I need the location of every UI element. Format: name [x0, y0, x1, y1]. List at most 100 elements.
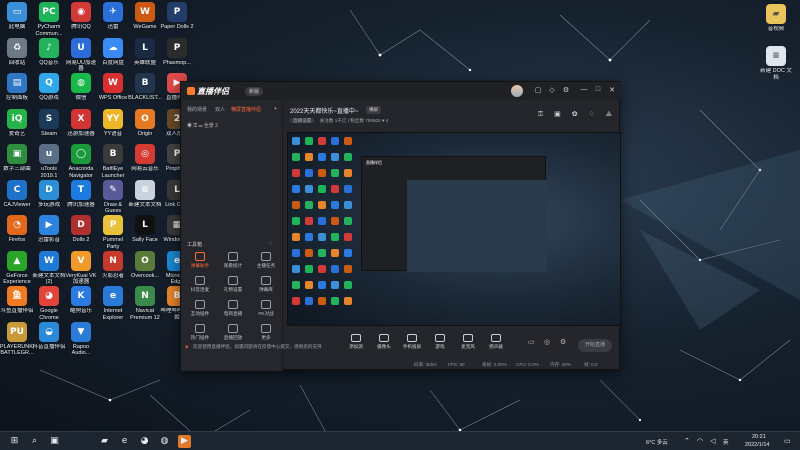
tool-item[interactable]: 弹幕库: [253, 276, 279, 293]
ime-indicator[interactable]: 英: [723, 438, 729, 446]
desktop-icon[interactable]: W 新建文本文档 (2): [32, 250, 66, 286]
desktop-icon[interactable]: ◍ 微信: [64, 73, 98, 102]
clock-time[interactable]: 20:21: [752, 434, 766, 440]
desktop-icon[interactable]: ▤ 控制面板: [0, 73, 34, 102]
desktop-icon[interactable]: u uTools 2019.1: [32, 144, 66, 179]
network-icon[interactable]: ◠: [697, 437, 703, 445]
desktop-icon[interactable]: N 火影忍者: [96, 250, 130, 280]
tool-item[interactable]: 互动插件: [187, 300, 213, 317]
tool-item[interactable]: 主播任务: [253, 252, 279, 269]
tab-landscape[interactable]: 横屏直播伴侣: [231, 106, 261, 113]
maximize-button[interactable]: □: [593, 86, 603, 93]
desktop-icon[interactable]: ✎ Draw & Guess: [96, 179, 130, 215]
desktop-icon[interactable]: ▣ 数字三部曲: [0, 144, 34, 173]
tool-item[interactable]: 更多: [253, 324, 279, 341]
desktop-icon[interactable]: iQ 爱奇艺: [0, 108, 34, 138]
desktop-icon[interactable]: P Phasmop...: [160, 37, 194, 67]
desktop-icon[interactable]: ♪ QQ音乐: [32, 37, 66, 67]
tool-item[interactable]: 热门插件: [187, 324, 213, 341]
desktop-icon[interactable]: D 多玩游戏: [32, 179, 66, 209]
tray-arrow-icon[interactable]: ⌃: [684, 437, 690, 445]
live-preview[interactable]: 直播伴侣: [287, 132, 621, 326]
tool-item[interactable]: PK对战: [253, 300, 279, 317]
desktop-icon[interactable]: ◎ 网易云音乐: [128, 144, 162, 173]
volume-icon[interactable]: ◁: [710, 437, 715, 445]
settings-icon[interactable]: ⚙: [561, 86, 571, 94]
tool-item[interactable]: 抖音连麦: [187, 276, 213, 293]
toolbox-collapse-icon[interactable]: ◌: [269, 241, 273, 247]
bag-icon[interactable]: ▣: [554, 111, 561, 118]
desktop-icon[interactable]: ▲ GeForce Experience: [0, 250, 34, 286]
desktop-icon[interactable]: X 迅游加速器: [64, 108, 98, 138]
desktop-icon[interactable]: N Navicat Premium 12: [128, 286, 162, 321]
gift-icon[interactable]: ✿: [572, 111, 578, 118]
desktop-icon[interactable]: T 腾讯加速器: [64, 179, 98, 209]
desktop-icon[interactable]: O Origin: [128, 108, 162, 138]
desktop-icon[interactable]: B BLACKLIST...: [128, 73, 162, 102]
stream-title[interactable]: 2022天天都快乐~直播中~: [290, 106, 358, 115]
desktop-icon[interactable]: ≡ 新建文本文档: [128, 179, 162, 209]
desktop-icon[interactable]: D Dolls 2: [64, 215, 98, 244]
desktop-icon[interactable]: ✈ 迅雷: [96, 2, 130, 31]
stream-settings-chip[interactable]: 直播设置: [290, 118, 315, 123]
desktop-icon[interactable]: K 酷狗音乐: [64, 286, 98, 315]
desktop-icon[interactable]: ▼ Rapoo Audio...: [64, 321, 98, 357]
chrome-icon[interactable]: ◕: [138, 435, 151, 448]
edge-icon[interactable]: e: [118, 435, 131, 448]
tool-item[interactable]: 直播回放: [220, 324, 246, 341]
desktop-icon[interactable]: Q QQ游戏: [32, 73, 66, 102]
tool-item[interactable]: 观看统计: [220, 252, 246, 269]
desktop-icon[interactable]: ◔ Firefox: [0, 215, 34, 244]
scene-item[interactable]: ◉ ⚿ ▭ 全景 2: [187, 122, 218, 129]
desktop-icon[interactable]: ◒ 抖音直播伴侣: [32, 321, 66, 351]
share-icon[interactable]: ⟁: [606, 111, 612, 118]
task-view-icon[interactable]: ▣: [48, 435, 61, 448]
desktop-icon[interactable]: ▶ 迅雷影音: [32, 215, 66, 244]
desktop-icon[interactable]: S Steam: [32, 108, 66, 138]
desktop-icon[interactable]: PUPLAYERUNKNOWN'S BATTLEGR...: [0, 321, 34, 357]
weather-text[interactable]: 6°C 多云: [646, 438, 668, 446]
desktop-icon[interactable]: PC PyCharm Commun...: [32, 2, 66, 37]
tool-item[interactable]: 电商直播: [220, 300, 246, 317]
desktop-icon[interactable]: P Pummel Party: [96, 215, 130, 250]
desktop-icon[interactable]: L 英雄联盟: [128, 37, 162, 67]
minimize-button[interactable]: —: [579, 86, 589, 93]
desktop-icon[interactable]: ≡ 新建 DOC 文档: [759, 46, 793, 81]
wechat-icon[interactable]: ◍: [158, 435, 171, 448]
desktop-icon[interactable]: L Sally Face: [128, 215, 162, 244]
desktop-icon[interactable]: ▭ 此电脑: [0, 2, 34, 31]
tool-item[interactable]: 弹幕助手: [187, 252, 213, 269]
desktop-icon[interactable]: W WeGame: [128, 2, 162, 31]
file-explorer-icon[interactable]: ▰: [98, 435, 111, 448]
close-button[interactable]: ✕: [607, 86, 617, 94]
desktop-icon[interactable]: O Overcook...: [128, 250, 162, 280]
app-titlebar[interactable]: 直播伴侣 新版 ▢ ◇ ⚙ — □ ✕: [181, 82, 621, 100]
search-icon[interactable]: ⌕: [28, 435, 41, 448]
desktop-icon[interactable]: 鱼斗鱼直播伴侣: [0, 286, 34, 315]
windows-start-icon[interactable]: ⊞: [8, 435, 21, 448]
lock-icon[interactable]: ⚿: [538, 111, 543, 118]
desktop-icon[interactable]: W WPS Office: [96, 73, 130, 102]
desktop-icon[interactable]: B BattlEye Launcher: [96, 144, 130, 179]
desktop-icon[interactable]: YY YY语音: [96, 108, 130, 138]
desktop-icon[interactable]: ◕ Google Chrome: [32, 286, 66, 321]
desktop-icon[interactable]: C CAJViewer: [0, 179, 34, 209]
desktop-icon[interactable]: P Paper Dolls 2: [160, 2, 194, 31]
notification-icon[interactable]: ▭: [784, 437, 791, 445]
desktop-icon[interactable]: ◯ Anaconda Navigator: [64, 144, 98, 179]
bell-icon[interactable]: ♢: [589, 111, 595, 118]
add-scene-icon[interactable]: +: [274, 106, 277, 112]
message-icon[interactable]: ▢: [533, 86, 543, 94]
tool-item[interactable]: 礼物设置: [220, 276, 246, 293]
tab-my-scenes[interactable]: 我的场景: [187, 106, 207, 113]
clock-date[interactable]: 2022/1/14: [745, 442, 769, 448]
desktop-icon[interactable]: e Internet Explorer: [96, 286, 130, 321]
tab-double[interactable]: 双人: [215, 106, 225, 113]
desktop-icon[interactable]: ♻ 回收站: [0, 37, 34, 67]
live-companion-icon[interactable]: ▶: [178, 435, 191, 448]
desktop-icon[interactable]: V VeryKuai VK加速器: [64, 250, 98, 286]
avatar[interactable]: [511, 85, 523, 97]
desktop-icon[interactable]: ☁ 百度网盘: [96, 37, 130, 67]
desktop-icon[interactable]: U 网易UU加速器: [64, 37, 98, 73]
share-icon[interactable]: ◇: [547, 86, 557, 94]
